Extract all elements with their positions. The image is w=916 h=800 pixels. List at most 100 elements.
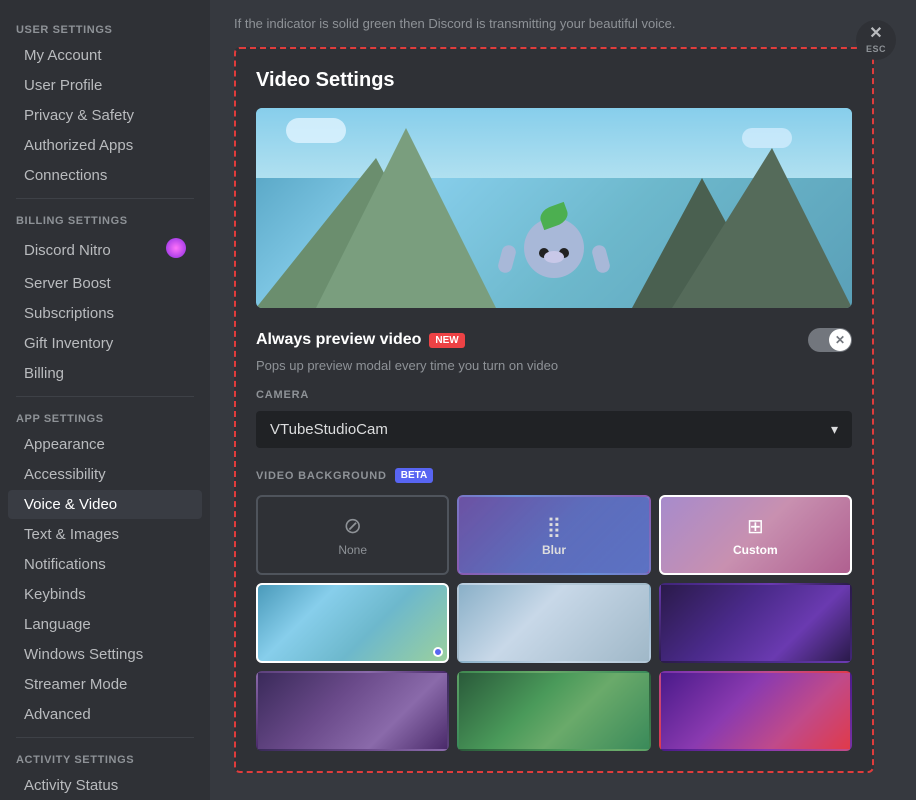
preview-toggle-left: Always preview video NEW	[256, 331, 465, 349]
sidebar-item-my-account[interactable]: My Account	[8, 41, 202, 70]
cloud2	[742, 128, 792, 148]
bg-option-thumb1[interactable]	[256, 583, 449, 663]
sidebar-item-label: Connections	[24, 167, 107, 184]
background-grid: ⊘ None ⣿ Blur ⊞ Custom	[256, 495, 852, 751]
sidebar-item-label: Billing	[24, 365, 64, 382]
sidebar-item-authorized-apps[interactable]: Authorized Apps	[8, 131, 202, 160]
sidebar-item-connections[interactable]: Connections	[8, 161, 202, 190]
sidebar-item-label: User Profile	[24, 77, 102, 94]
esc-label: ESC	[866, 44, 886, 54]
custom-icon: ⊞	[747, 514, 764, 539]
app-settings-label: APP SETTINGS	[0, 405, 210, 429]
divider-1	[16, 198, 194, 199]
camera-value: VTubeStudioCam	[270, 421, 388, 438]
divider-2	[16, 396, 194, 397]
always-preview-label: Always preview video	[256, 331, 421, 349]
toggle-x-icon: ✕	[829, 329, 851, 351]
character	[514, 178, 594, 278]
sidebar-item-label: Advanced	[24, 706, 91, 723]
main-content: If the indicator is solid green then Dis…	[210, 0, 916, 800]
sidebar-item-language[interactable]: Language	[8, 610, 202, 639]
sidebar: USER SETTINGS My Account User Profile Pr…	[0, 0, 210, 800]
sidebar-item-activity-status[interactable]: Activity Status	[8, 771, 202, 800]
chevron-down-icon: ▾	[831, 421, 838, 438]
preview-toggle-row: Always preview video NEW ✕	[256, 328, 852, 352]
camera-section-label: CAMERA	[256, 389, 852, 401]
bg-option-thumb5[interactable]	[457, 671, 650, 751]
bg-blur-label: Blur	[542, 543, 566, 557]
bg-option-blur[interactable]: ⣿ Blur	[457, 495, 650, 575]
close-icon: ✕	[869, 26, 882, 42]
char-body	[524, 218, 584, 278]
preview-hint: Pops up preview modal every time you tur…	[256, 358, 852, 373]
sidebar-item-keybinds[interactable]: Keybinds	[8, 580, 202, 609]
bg-option-none[interactable]: ⊘ None	[256, 495, 449, 575]
sidebar-item-label: Discord Nitro	[24, 242, 111, 259]
sidebar-item-label: Authorized Apps	[24, 137, 133, 154]
char-face	[539, 238, 569, 258]
sidebar-item-user-profile[interactable]: User Profile	[8, 71, 202, 100]
sidebar-item-appearance[interactable]: Appearance	[8, 430, 202, 459]
sidebar-item-label: Keybinds	[24, 586, 86, 603]
sidebar-item-discord-nitro[interactable]: Discord Nitro	[8, 232, 202, 268]
sidebar-item-label: Gift Inventory	[24, 335, 113, 352]
new-badge: NEW	[429, 333, 464, 348]
divider-3	[16, 737, 194, 738]
mountain-mid	[316, 128, 496, 308]
sidebar-item-streamer-mode[interactable]: Streamer Mode	[8, 670, 202, 699]
sidebar-item-gift-inventory[interactable]: Gift Inventory	[8, 329, 202, 358]
sidebar-item-label: Appearance	[24, 436, 105, 453]
selected-indicator	[433, 647, 443, 657]
sidebar-item-privacy-safety[interactable]: Privacy & Safety	[8, 101, 202, 130]
char-arm-right	[591, 244, 612, 275]
char-arm-left	[497, 244, 518, 275]
sidebar-item-text-images[interactable]: Text & Images	[8, 520, 202, 549]
nitro-badge	[166, 238, 186, 262]
activity-settings-label: ACTIVITY SETTINGS	[0, 746, 210, 770]
sidebar-item-windows-settings[interactable]: Windows Settings	[8, 640, 202, 669]
user-settings-label: USER SETTINGS	[0, 16, 210, 40]
panel-title: Video Settings	[256, 69, 852, 92]
esc-button[interactable]: ✕ ESC	[856, 20, 896, 60]
bg-option-thumb4[interactable]	[256, 671, 449, 751]
video-preview	[256, 108, 852, 308]
video-bg-header: VIDEO BACKGROUND BETA	[256, 468, 852, 483]
sidebar-item-label: Accessibility	[24, 466, 106, 483]
sidebar-item-label: Privacy & Safety	[24, 107, 134, 124]
sidebar-item-advanced[interactable]: Advanced	[8, 700, 202, 729]
blur-content: ⣿ Blur	[459, 497, 648, 573]
billing-settings-label: BILLING SETTINGS	[0, 207, 210, 231]
video-bg-section-label: VIDEO BACKGROUND	[256, 470, 387, 482]
bg-custom-label: Custom	[733, 543, 778, 557]
sidebar-item-notifications[interactable]: Notifications	[8, 550, 202, 579]
char-snout	[544, 251, 564, 263]
blur-icon: ⣿	[547, 514, 562, 539]
bg-option-thumb6[interactable]	[659, 671, 852, 751]
bg-option-custom[interactable]: ⊞ Custom	[659, 495, 852, 575]
no-bg-icon: ⊘	[343, 513, 361, 539]
preview-toggle-switch[interactable]: ✕	[808, 328, 852, 352]
video-settings-panel: Video Settings	[234, 47, 874, 773]
preview-scene	[256, 108, 852, 308]
bg-none-label: None	[338, 543, 367, 557]
sidebar-item-label: Voice & Video	[24, 496, 117, 513]
custom-content: ⊞ Custom	[661, 497, 850, 573]
camera-select[interactable]: VTubeStudioCam ▾	[256, 411, 852, 448]
sidebar-item-subscriptions[interactable]: Subscriptions	[8, 299, 202, 328]
sidebar-item-label: My Account	[24, 47, 102, 64]
bg-option-thumb2[interactable]	[457, 583, 650, 663]
sidebar-item-label: Windows Settings	[24, 646, 143, 663]
mountain-right	[672, 148, 852, 308]
sidebar-item-label: Language	[24, 616, 91, 633]
beta-badge: BETA	[395, 468, 433, 483]
top-hint: If the indicator is solid green then Dis…	[234, 16, 892, 31]
sidebar-item-label: Text & Images	[24, 526, 119, 543]
sidebar-item-voice-video[interactable]: Voice & Video	[8, 490, 202, 519]
sidebar-item-server-boost[interactable]: Server Boost	[8, 269, 202, 298]
sidebar-item-label: Subscriptions	[24, 305, 114, 322]
sidebar-item-label: Activity Status	[24, 777, 118, 794]
bg-option-thumb3[interactable]	[659, 583, 852, 663]
sidebar-item-accessibility[interactable]: Accessibility	[8, 460, 202, 489]
sidebar-item-billing[interactable]: Billing	[8, 359, 202, 388]
char-leaf	[537, 202, 570, 230]
